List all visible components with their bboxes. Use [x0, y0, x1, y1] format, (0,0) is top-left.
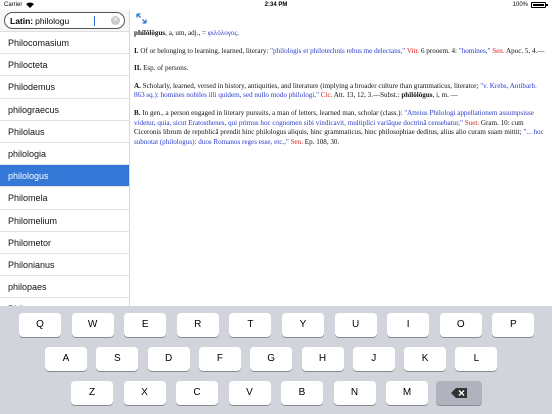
word-list-item[interactable]: Philocomasium — [0, 32, 129, 55]
word-list-item[interactable]: Philomela — [0, 187, 129, 210]
key-v[interactable]: V — [228, 381, 271, 405]
word-list-item[interactable]: Philomelium — [0, 210, 129, 232]
word-list-item[interactable]: philograecus — [0, 99, 129, 121]
quote[interactable]: "philologis et philotechnis rebus me del… — [270, 47, 405, 55]
key-s[interactable]: S — [96, 347, 139, 371]
key-t[interactable]: T — [229, 313, 272, 337]
battery-fill — [533, 4, 544, 6]
battery-percent: 100% — [512, 2, 528, 8]
citation: Apoc. 5, 4.— — [504, 46, 545, 55]
section-a: A. Scholarly, learned, versed in history… — [134, 82, 548, 101]
section-text: Scholarly, learned, versed in history, a… — [140, 81, 481, 90]
author-ref[interactable]: Sen. — [490, 47, 504, 55]
key-l[interactable]: L — [455, 347, 498, 371]
entry-pane: phĭlŏlŏgus, a, um, adj., = φιλόλογος. I.… — [131, 10, 552, 306]
key-y[interactable]: Y — [282, 313, 324, 337]
section-text: Of or belonging to learning, learned, li… — [138, 46, 271, 55]
entry-header: phĭlŏlŏgus, a, um, adj., = φιλόλογος. — [134, 29, 548, 39]
citation: 6 prooem. 4: — [419, 46, 459, 55]
headword-grammar: , a, um, adj., = — [165, 29, 208, 37]
key-w[interactable]: W — [71, 313, 114, 337]
key-r[interactable]: R — [176, 313, 219, 337]
key-i[interactable]: I — [387, 313, 430, 337]
section-b: B. In gen., a person engaged in literary… — [134, 109, 548, 147]
word-list-item[interactable]: philologus — [0, 165, 129, 188]
search-box[interactable]: Latin: philologu ✕ — [4, 12, 125, 29]
search-language-label: Latin: — [10, 15, 34, 26]
search-input[interactable]: philologu — [35, 16, 95, 26]
word-list-item[interactable]: philopaes — [0, 276, 129, 299]
author-ref[interactable]: Sen. — [289, 138, 303, 146]
author-ref[interactable]: Cic. — [319, 91, 333, 99]
word-list-item[interactable]: Philocteta — [0, 54, 129, 77]
key-d[interactable]: D — [147, 347, 190, 371]
key-k[interactable]: K — [404, 347, 447, 371]
key-a[interactable]: A — [45, 347, 87, 371]
word-list-item[interactable]: Philopator — [0, 298, 129, 306]
citation: Ep. 108, 30. — [303, 137, 340, 146]
word-list-item[interactable]: Philometor — [0, 232, 129, 254]
key-m[interactable]: M — [386, 381, 428, 405]
section-number: A. — [134, 81, 141, 90]
citation: Att. 13, 12, 3.—Subst.: — [332, 91, 402, 100]
key-c[interactable]: C — [176, 381, 218, 405]
key-p[interactable]: P — [492, 313, 535, 337]
sidebar: Latin: philologu ✕ Philocomasium Philocte… — [0, 10, 130, 306]
key-q[interactable]: Q — [19, 313, 61, 337]
dictionary-entry: phĭlŏlŏgus, a, um, adj., = φιλόλογος. I.… — [134, 29, 548, 155]
onscreen-keyboard: QWERTYUIOP ASDFGHJKL ZXCVBNM — [0, 306, 552, 414]
search-bar: Latin: philologu ✕ — [0, 10, 129, 32]
section-end: , i, m. — — [432, 91, 458, 100]
key-b[interactable]: B — [281, 381, 323, 405]
backspace-icon — [451, 388, 467, 398]
key-x[interactable]: X — [123, 381, 166, 405]
status-time: 2:34 PM — [264, 2, 288, 8]
author-ref[interactable]: Vitr. — [405, 47, 419, 55]
subst-headword: phĭlŏlŏgus — [401, 91, 433, 100]
section-1: I. Of or belonging to learning, learned,… — [134, 47, 548, 57]
greek-end: . — [237, 29, 240, 37]
key-o[interactable]: O — [439, 313, 482, 337]
quote[interactable]: "homines," — [459, 47, 491, 55]
greek-etymon: φιλόλογος — [207, 29, 238, 37]
word-list-item[interactable]: Philonianus — [0, 254, 129, 277]
word-list-item[interactable]: Philolaus — [0, 121, 129, 143]
key-j[interactable]: J — [352, 347, 395, 371]
status-bar: Carrier 2:34 PM 100% — [0, 0, 552, 10]
section-2: II. Esp. of persons. — [134, 64, 548, 74]
text-caret — [94, 15, 96, 26]
section-text: In gen., a person engaged in literary pu… — [140, 108, 405, 117]
author-ref[interactable]: Suet. — [463, 119, 479, 127]
backspace-key[interactable] — [436, 381, 482, 405]
key-e[interactable]: E — [124, 313, 167, 337]
battery-icon — [531, 2, 548, 8]
headword: phĭlŏlŏgus — [134, 29, 166, 37]
key-f[interactable]: F — [198, 347, 241, 371]
key-z[interactable]: Z — [71, 381, 113, 405]
word-list: Philocomasium Philocteta Philodemus philogr… — [0, 32, 129, 306]
word-list-item[interactable]: philologia — [0, 143, 129, 166]
section-text: Esp. of persons. — [141, 64, 189, 73]
key-u[interactable]: U — [334, 313, 377, 337]
key-h[interactable]: H — [301, 347, 344, 371]
key-n[interactable]: N — [333, 381, 376, 405]
word-list-item[interactable]: Philodemus — [0, 76, 129, 99]
expand-icon[interactable] — [136, 13, 148, 25]
clear-icon[interactable]: ✕ — [111, 16, 120, 25]
key-g[interactable]: G — [250, 347, 293, 371]
